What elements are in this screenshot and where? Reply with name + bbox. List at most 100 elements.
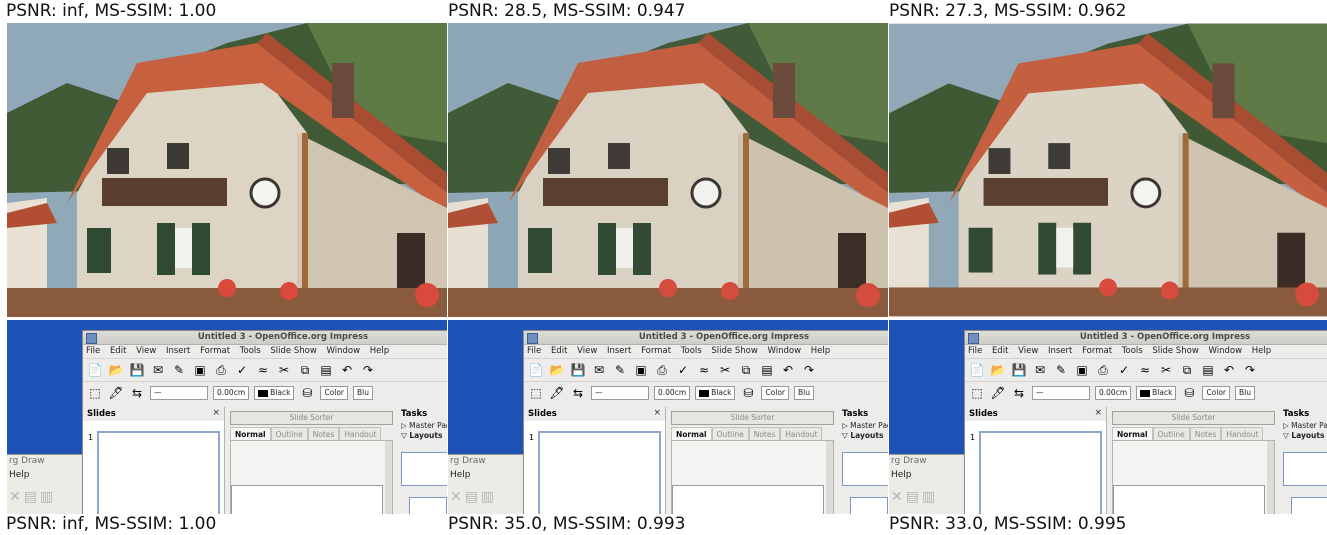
tab-normal[interactable]: Normal xyxy=(230,427,271,440)
paste-icon[interactable]: ▤ xyxy=(318,362,334,378)
tab-handout[interactable]: Handout xyxy=(1221,427,1264,440)
layout-thumbnail[interactable] xyxy=(409,497,447,514)
tab-outline[interactable]: Outline xyxy=(270,427,308,440)
pdf-icon[interactable]: ▣ xyxy=(192,362,208,378)
tab-normal[interactable]: Normal xyxy=(1112,427,1153,440)
menu-window[interactable]: Window xyxy=(1209,346,1243,356)
select-icon[interactable]: ⬚ xyxy=(528,385,544,401)
menu-file[interactable]: File xyxy=(86,346,100,356)
print-icon[interactable]: ⎙ xyxy=(654,362,670,378)
area-style-select[interactable]: Color xyxy=(1202,386,1231,400)
copy-icon[interactable]: ⧉ xyxy=(738,362,754,378)
menu-view[interactable]: View xyxy=(577,346,597,356)
menu-slide-show[interactable]: Slide Show xyxy=(1152,346,1198,356)
layout-thumbnail[interactable] xyxy=(1291,497,1327,514)
copy-icon[interactable]: ⧉ xyxy=(1179,362,1195,378)
tab-handout[interactable]: Handout xyxy=(780,427,823,440)
menu-slide-show[interactable]: Slide Show xyxy=(711,346,757,356)
menu-view[interactable]: View xyxy=(1018,346,1038,356)
menu-tools[interactable]: Tools xyxy=(240,346,261,356)
redo-icon[interactable]: ↷ xyxy=(1242,362,1258,378)
menu-insert[interactable]: Insert xyxy=(1048,346,1072,356)
layouts-item[interactable]: ▽ Layouts xyxy=(1281,431,1327,441)
spellcheck-icon[interactable]: ✓ xyxy=(675,362,691,378)
master-pages-item[interactable]: ▷ Master Pag xyxy=(399,421,447,431)
autospell-icon[interactable]: ≈ xyxy=(696,362,712,378)
edit-icon[interactable]: ✎ xyxy=(612,362,628,378)
tab-notes[interactable]: Notes xyxy=(307,427,340,440)
new-document-icon[interactable]: 📄 xyxy=(528,362,544,378)
menu-file[interactable]: File xyxy=(968,346,982,356)
vertical-scrollbar[interactable] xyxy=(826,441,833,514)
layout-preview[interactable] xyxy=(401,452,447,486)
email-icon[interactable]: ✉ xyxy=(1032,362,1048,378)
arrow-style-icon[interactable]: ⇆ xyxy=(129,385,145,401)
menu-edit[interactable]: Edit xyxy=(551,346,567,356)
open-folder-icon[interactable]: 📂 xyxy=(108,362,124,378)
line-width-field[interactable]: 0.00cm xyxy=(654,386,691,400)
menu-window[interactable]: Window xyxy=(327,346,361,356)
slide-thumbnail[interactable] xyxy=(979,431,1102,514)
autospell-icon[interactable]: ≈ xyxy=(1137,362,1153,378)
menu-tools[interactable]: Tools xyxy=(681,346,702,356)
line-color-select[interactable]: Black xyxy=(254,386,295,400)
save-icon[interactable]: 💾 xyxy=(570,362,586,378)
area-fill-select[interactable]: Blu xyxy=(1235,386,1256,400)
pdf-icon[interactable]: ▣ xyxy=(633,362,649,378)
tab-outline[interactable]: Outline xyxy=(1152,427,1190,440)
save-icon[interactable]: 💾 xyxy=(1011,362,1027,378)
area-icon[interactable]: ⛁ xyxy=(299,385,315,401)
layouts-item[interactable]: ▽ Layouts xyxy=(399,431,447,441)
line-style-icon[interactable]: 🖋 xyxy=(990,385,1006,401)
menu-view[interactable]: View xyxy=(136,346,156,356)
print-icon[interactable]: ⎙ xyxy=(213,362,229,378)
line-style-icon[interactable]: 🖋 xyxy=(549,385,565,401)
copy-icon[interactable]: ⧉ xyxy=(297,362,313,378)
menu-help[interactable]: Help xyxy=(811,346,830,356)
select-icon[interactable]: ⬚ xyxy=(87,385,103,401)
new-document-icon[interactable]: 📄 xyxy=(969,362,985,378)
arrow-style-icon[interactable]: ⇆ xyxy=(1011,385,1027,401)
layout-preview[interactable] xyxy=(842,452,888,486)
redo-icon[interactable]: ↷ xyxy=(360,362,376,378)
menu-window[interactable]: Window xyxy=(768,346,802,356)
tab-normal[interactable]: Normal xyxy=(671,427,712,440)
slide-edit-area[interactable] xyxy=(1112,440,1275,514)
close-pane-icon[interactable]: × xyxy=(653,408,661,418)
layouts-item[interactable]: ▽ Layouts xyxy=(840,431,888,441)
master-pages-item[interactable]: ▷ Master Pag xyxy=(840,421,888,431)
menu-insert[interactable]: Insert xyxy=(166,346,190,356)
autospell-icon[interactable]: ≈ xyxy=(255,362,271,378)
slide-sorter-header[interactable]: Slide Sorter xyxy=(1112,411,1275,425)
line-color-select[interactable]: Black xyxy=(695,386,736,400)
slide-canvas[interactable] xyxy=(1113,485,1265,514)
spellcheck-icon[interactable]: ✓ xyxy=(234,362,250,378)
save-icon[interactable]: 💾 xyxy=(129,362,145,378)
area-icon[interactable]: ⛁ xyxy=(1181,385,1197,401)
paste-icon[interactable]: ▤ xyxy=(1200,362,1216,378)
menu-file[interactable]: File xyxy=(527,346,541,356)
select-icon[interactable]: ⬚ xyxy=(969,385,985,401)
area-fill-select[interactable]: Blu xyxy=(794,386,815,400)
open-folder-icon[interactable]: 📂 xyxy=(990,362,1006,378)
area-style-select[interactable]: Color xyxy=(320,386,349,400)
slide-sorter-header[interactable]: Slide Sorter xyxy=(671,411,834,425)
cut-icon[interactable]: ✂ xyxy=(717,362,733,378)
area-icon[interactable]: ⛁ xyxy=(740,385,756,401)
edit-icon[interactable]: ✎ xyxy=(1053,362,1069,378)
line-width-field[interactable]: 0.00cm xyxy=(213,386,250,400)
vertical-scrollbar[interactable] xyxy=(1267,441,1274,514)
menu-format[interactable]: Format xyxy=(641,346,671,356)
undo-icon[interactable]: ↶ xyxy=(780,362,796,378)
line-style-select[interactable]: — xyxy=(1032,386,1090,400)
redo-icon[interactable]: ↷ xyxy=(801,362,817,378)
slide-edit-area[interactable] xyxy=(671,440,834,514)
menu-edit[interactable]: Edit xyxy=(992,346,1008,356)
email-icon[interactable]: ✉ xyxy=(591,362,607,378)
master-pages-item[interactable]: ▷ Master Pag xyxy=(1281,421,1327,431)
arrow-style-icon[interactable]: ⇆ xyxy=(570,385,586,401)
undo-icon[interactable]: ↶ xyxy=(1221,362,1237,378)
email-icon[interactable]: ✉ xyxy=(150,362,166,378)
menu-format[interactable]: Format xyxy=(1082,346,1112,356)
menu-format[interactable]: Format xyxy=(200,346,230,356)
